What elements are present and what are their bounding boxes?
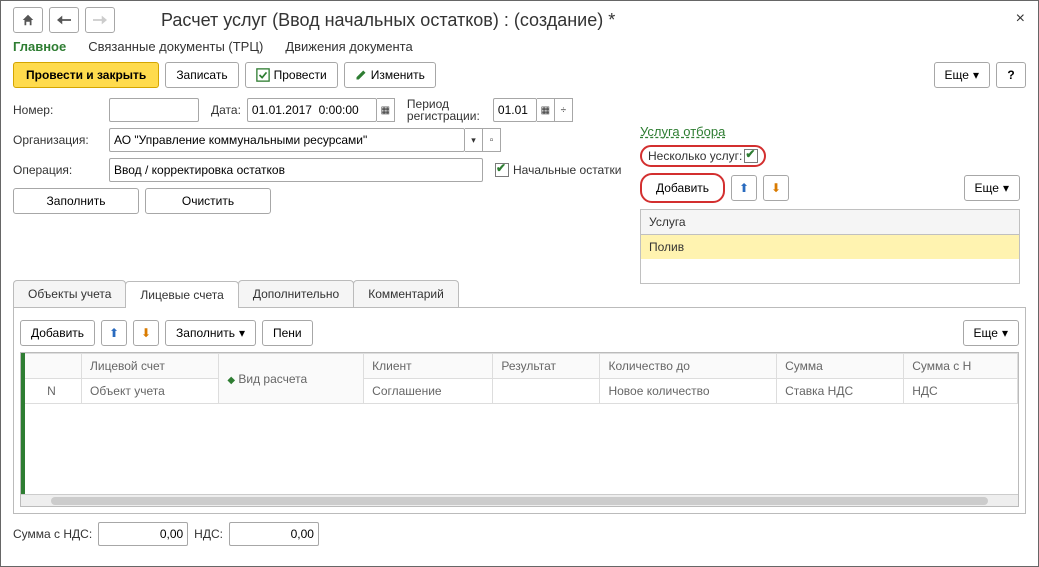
operation-label: Операция: (13, 163, 103, 177)
vat-input[interactable] (229, 522, 319, 546)
accounts-grid[interactable]: Лицевой счет ◆ Вид расчета Клиент Резуль… (20, 352, 1019, 507)
add-service-highlight: Добавить (640, 173, 725, 203)
sum-vat-input[interactable] (98, 522, 188, 546)
tab-accounts[interactable]: Лицевые счета (125, 281, 238, 308)
move-up-button[interactable]: ⬆ (731, 175, 757, 201)
arrow-right-icon (93, 15, 107, 25)
service-filter-title[interactable]: Услуга отбора (640, 124, 725, 139)
tab-linked-docs[interactable]: Связанные документы (ТРЦ) (88, 39, 263, 54)
col-result[interactable]: Результат (493, 354, 600, 379)
period-label: Период регистрации: (407, 98, 487, 122)
calendar-icon[interactable]: ▦ (377, 98, 395, 122)
col-client[interactable]: Клиент (364, 354, 493, 379)
col-object: Объект учета (82, 379, 219, 404)
tab-comment[interactable]: Комментарий (353, 280, 459, 307)
col-sum[interactable]: Сумма (777, 354, 904, 379)
tab-main[interactable]: Главное (13, 39, 66, 54)
col-vat: НДС (904, 379, 1018, 404)
edit-button[interactable]: Изменить (344, 62, 436, 88)
initial-balance-checkbox[interactable] (495, 163, 509, 177)
col-sum-vat[interactable]: Сумма с Н (904, 354, 1018, 379)
window-close-icon[interactable]: × (1016, 10, 1025, 28)
service-column-header[interactable]: Услуга (641, 210, 1019, 235)
service-row-empty (641, 259, 1019, 283)
grid-add-button[interactable]: Добавить (20, 320, 95, 346)
col-qty-before[interactable]: Количество до (600, 354, 777, 379)
initial-balance-label: Начальные остатки (513, 163, 621, 177)
org-input[interactable] (109, 128, 465, 152)
tab-movements[interactable]: Движения документа (285, 39, 412, 54)
back-button[interactable] (49, 7, 79, 33)
home-icon (21, 13, 35, 27)
period-input[interactable] (493, 98, 537, 122)
open-icon[interactable]: ▫ (483, 128, 501, 152)
chevron-down-icon: ▾ (1003, 181, 1009, 195)
date-input[interactable] (247, 98, 377, 122)
sum-vat-label: Сумма с НДС: (13, 527, 92, 541)
arrow-left-icon (57, 15, 71, 25)
number-input[interactable] (109, 98, 199, 122)
number-label: Номер: (13, 103, 103, 117)
home-button[interactable] (13, 7, 43, 33)
clear-button[interactable]: Очистить (145, 188, 271, 214)
save-button[interactable]: Записать (165, 62, 238, 88)
calendar-icon[interactable]: ▦ (537, 98, 555, 122)
tab-extra[interactable]: Дополнительно (238, 280, 354, 307)
forward-button (85, 7, 115, 33)
vat-label: НДС: (194, 527, 223, 541)
col-calc-type[interactable]: ◆ Вид расчета (219, 354, 364, 404)
top-tabs: Главное Связанные документы (ТРЦ) Движен… (13, 39, 1026, 54)
chevron-down-icon: ▾ (239, 326, 245, 340)
chevron-down-icon: ▾ (973, 68, 979, 82)
dropdown-icon[interactable]: ▾ (465, 128, 483, 152)
detail-tabs: Объекты учета Лицевые счета Дополнительн… (13, 280, 1026, 308)
post-and-close-button[interactable]: Провести и закрыть (13, 62, 159, 88)
multiple-services-checkbox[interactable] (744, 149, 758, 163)
col-account[interactable]: Лицевой счет (82, 354, 219, 379)
spinner-icon[interactable]: ÷ (555, 98, 573, 122)
chevron-down-icon: ▾ (1002, 326, 1008, 340)
grid-move-up-button[interactable]: ⬆ (101, 320, 127, 346)
more-button[interactable]: Еще ▾ (934, 62, 990, 88)
grid-peni-button[interactable]: Пени (262, 320, 313, 346)
org-label: Организация: (13, 133, 103, 147)
move-down-button[interactable]: ⬇ (763, 175, 789, 201)
service-more-button[interactable]: Еще ▾ (964, 175, 1020, 201)
add-service-button[interactable]: Добавить (648, 177, 717, 199)
grid-body-empty (21, 404, 1018, 494)
horizontal-scrollbar[interactable] (21, 494, 1018, 506)
multiple-services-highlight: Несколько услуг: (640, 145, 766, 167)
tree-icon: ◆ (227, 375, 235, 386)
post-icon (256, 68, 270, 82)
service-table: Услуга Полив (640, 209, 1020, 284)
col-new-qty: Новое количество (600, 379, 777, 404)
window-title: Расчет услуг (Ввод начальных остатков) :… (161, 10, 615, 31)
fill-button[interactable]: Заполнить (13, 188, 139, 214)
grid-more-button[interactable]: Еще ▾ (963, 320, 1019, 346)
date-label: Дата: (211, 103, 241, 117)
multiple-services-label: Несколько услуг: (648, 149, 742, 163)
grid-move-down-button[interactable]: ⬇ (133, 320, 159, 346)
col-n: N (22, 379, 82, 404)
help-button[interactable]: ? (996, 62, 1026, 88)
service-row[interactable]: Полив (641, 235, 1019, 259)
operation-input[interactable] (109, 158, 483, 182)
grid-fill-button[interactable]: Заполнить ▾ (165, 320, 256, 346)
col-agreement: Соглашение (364, 379, 493, 404)
tab-objects[interactable]: Объекты учета (13, 280, 126, 307)
col-vat-rate: Ставка НДС (777, 379, 904, 404)
post-button[interactable]: Провести (245, 62, 338, 88)
pencil-icon (355, 69, 367, 81)
